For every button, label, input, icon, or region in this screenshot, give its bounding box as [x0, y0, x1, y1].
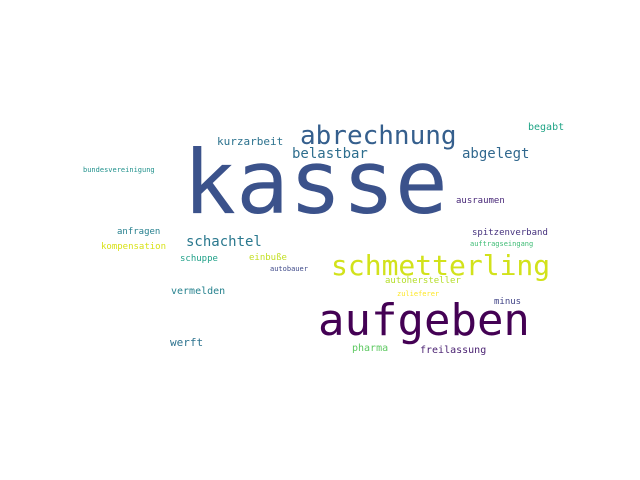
word-belastbar: belastbar — [292, 146, 368, 162]
word-minus: minus — [494, 297, 522, 307]
word-auftragseingang: auftragseingang — [470, 240, 534, 248]
word-autobauer: autobauer — [270, 265, 308, 273]
word-zulieferer: zulieferer — [397, 290, 440, 298]
word-schuppe: schuppe — [180, 254, 218, 264]
word-cloud: kasse aufgeben schmetterling abrechnung … — [0, 0, 640, 480]
word-kompensation: kompensation — [101, 242, 167, 252]
word-spitzenverband: spitzenverband — [472, 228, 548, 238]
word-pharma: pharma — [352, 343, 389, 354]
word-begabt: begabt — [528, 122, 565, 133]
word-bundesvereinigung: bundesvereinigung — [83, 166, 155, 174]
word-werft: werft — [170, 336, 204, 349]
word-anfragen: anfragen — [117, 227, 161, 237]
word-freilassung: freilassung — [420, 345, 487, 356]
word-ausraumen: ausraumen — [456, 196, 505, 206]
word-abgelegt: abgelegt — [462, 146, 530, 162]
word-einbusse: einbuße — [249, 253, 287, 263]
word-autohersteller: autohersteller — [385, 276, 461, 286]
word-vermelden: vermelden — [171, 286, 226, 297]
word-schachtel: schachtel — [186, 234, 262, 250]
word-kurzarbeit: kurzarbeit — [217, 135, 284, 148]
